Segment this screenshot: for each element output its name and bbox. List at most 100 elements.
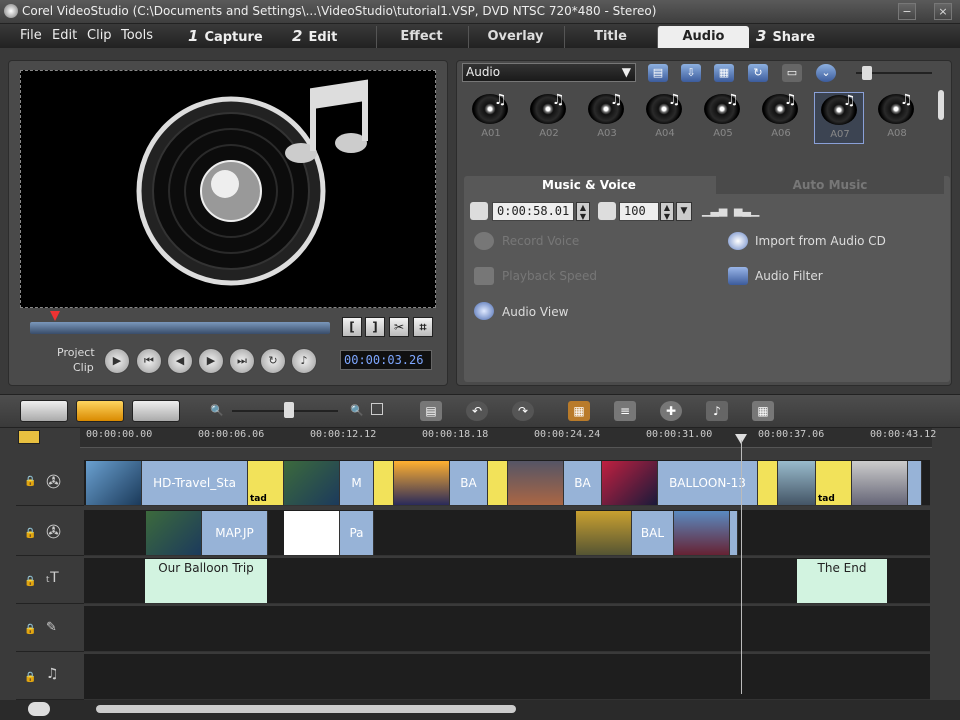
overlay-clip-pa[interactable]: Pa (340, 511, 374, 555)
music-track[interactable] (84, 654, 930, 700)
smart-proxy-icon[interactable]: ▦ (568, 401, 590, 421)
home-icon[interactable]: ⏮ (136, 348, 162, 374)
tab-music-voice[interactable]: Music & Voice (466, 176, 712, 194)
audio-thumb-a07[interactable]: ♫ A07 (814, 92, 864, 144)
enlarge-icon[interactable]: ⌗ (413, 317, 433, 337)
fit-project-icon[interactable] (371, 403, 383, 415)
project-mode-label[interactable]: Project (57, 346, 95, 359)
end-clip-thumb[interactable] (852, 461, 908, 505)
overlay-clip-bal[interactable]: BAL (632, 511, 674, 555)
overlay-clip-map[interactable]: MAP.JP (202, 511, 268, 555)
end-icon[interactable]: ⏭ (229, 348, 255, 374)
volume-icon[interactable]: ♪ (291, 348, 317, 374)
overlay-white-thumb[interactable] (284, 511, 340, 555)
audio-thumb-a06[interactable]: ♫ A06 (756, 92, 806, 144)
menu-file[interactable]: File (20, 28, 42, 43)
sort-icon[interactable]: ↻ (748, 64, 768, 82)
video-clip-balloon[interactable]: BALLOON-13 (658, 461, 758, 505)
duration-field[interactable]: 0:00:58.01 (492, 202, 574, 221)
balloon-red-clip-thumb[interactable] (602, 461, 658, 505)
voice-track[interactable] (84, 606, 930, 652)
thumb-size-handle[interactable] (862, 66, 872, 80)
tab-auto-music[interactable]: Auto Music (716, 176, 944, 194)
overlay-map-thumb[interactable] (146, 511, 202, 555)
redo-icon[interactable]: ↷ (512, 401, 534, 421)
audio-thumb-a08[interactable]: ♫ A08 (872, 92, 922, 144)
play-icon[interactable]: ▶ (104, 348, 130, 374)
volume-dropdown[interactable]: ▼ (676, 202, 692, 221)
fade-out-icon[interactable]: ▅▃▁ (734, 204, 759, 218)
library-category-dropdown[interactable]: Audio ▼ (462, 63, 636, 82)
menu-edit[interactable]: Edit (52, 28, 77, 43)
title-clip-our-balloon-trip[interactable]: Our Balloon Trip (145, 559, 267, 603)
mark-out-button[interactable]: ] (365, 317, 385, 337)
chapter-point-icon[interactable]: ✚ (660, 401, 682, 421)
sunset-clip-thumb[interactable] (394, 461, 450, 505)
audio-thumb-a05[interactable]: ♫ A05 (698, 92, 748, 144)
minimize-button[interactable]: − (898, 3, 916, 20)
zoom-out-icon[interactable]: 🔍 (210, 404, 224, 417)
timeline-ruler[interactable]: 00:00:00.00 00:00:06.06 00:00:12.12 00:00:1… (80, 428, 936, 448)
import-audio-cd-button[interactable]: Import from Audio CD (755, 234, 886, 248)
audio-mixer-icon[interactable]: ♪ (706, 401, 728, 421)
audio-view-button[interactable]: Audio View (502, 305, 568, 319)
step-capture[interactable]: 1 Capture (188, 24, 263, 48)
clip-mode-label[interactable]: Clip (73, 361, 94, 374)
title-clip-the-end[interactable]: The End (797, 559, 887, 603)
repeat-icon[interactable]: ↻ (260, 348, 286, 374)
fade-in-icon[interactable]: ▁▃▅ (702, 204, 727, 218)
audio-thumb-a03[interactable]: ♫ A03 (582, 92, 632, 144)
lock-icon[interactable]: 🔒 (24, 576, 36, 587)
transition-clip[interactable] (488, 461, 508, 505)
audio-thumb-a02[interactable]: ♫ A02 (524, 92, 574, 144)
audio-filter-button[interactable]: Audio Filter (755, 269, 823, 283)
timeline-scrollbar[interactable] (0, 700, 960, 720)
storyboard-view-button[interactable] (20, 400, 68, 422)
volume-field[interactable]: 100 (619, 202, 659, 221)
playback-speed-button[interactable]: Playback Speed (502, 269, 597, 283)
step-edit[interactable]: 2 Edit (292, 24, 337, 48)
insert-media-icon[interactable]: ▤ (420, 401, 442, 421)
scroll-thumb[interactable] (96, 705, 516, 713)
previous-frame-icon[interactable]: ◀ (167, 348, 193, 374)
lock-icon[interactable]: 🔒 (24, 476, 36, 487)
scroll-left-button[interactable] (28, 702, 50, 716)
volume-stepper[interactable]: ▲ ▼ (660, 202, 674, 221)
transition-clip[interactable] (758, 461, 778, 505)
video-clip-ba-2[interactable]: BA (564, 461, 602, 505)
menu-clip[interactable]: Clip (87, 28, 112, 43)
transition-clip[interactable] (374, 461, 394, 505)
overlay-clip-tail[interactable] (730, 511, 738, 555)
video-clip-m[interactable]: M (340, 461, 374, 505)
lock-icon[interactable]: 🔒 (24, 528, 36, 539)
timecode-display[interactable]: 00:00:03.26 (340, 350, 432, 370)
library-scrollbar[interactable] (938, 90, 944, 120)
mark-in-button[interactable]: [ (342, 317, 362, 337)
video-clip-tail[interactable] (908, 461, 922, 505)
zoom-in-icon[interactable]: 🔍 (350, 404, 364, 417)
close-button[interactable]: × (934, 3, 952, 20)
track-manager-small-icon[interactable] (18, 430, 40, 444)
tab-overlay[interactable]: Overlay (468, 26, 562, 48)
duration-stepper[interactable]: ▲ ▼ (576, 202, 590, 221)
lock-icon[interactable]: 🔒 (24, 672, 36, 683)
folder-icon[interactable]: ▤ (648, 64, 668, 82)
tab-title[interactable]: Title (564, 26, 656, 48)
track-manager-icon[interactable]: ≡ (614, 401, 636, 421)
video-clip-ba-1[interactable]: BA (450, 461, 488, 505)
video-clip-thumb[interactable] (86, 461, 142, 505)
batch-convert-icon[interactable]: ▦ (752, 401, 774, 421)
audio-thumb-a01[interactable]: ♫ A01 (466, 92, 516, 144)
library-manager-icon[interactable]: ▦ (714, 64, 734, 82)
next-frame-icon[interactable]: ▶ (198, 348, 224, 374)
import-icon[interactable]: ⇩ (681, 64, 701, 82)
record-voice-button[interactable]: Record Voice (502, 234, 579, 248)
overlay-sky-thumb[interactable] (674, 511, 730, 555)
options-icon[interactable]: ▭ (782, 64, 802, 82)
video-clip-hd-travel[interactable]: HD-Travel_Sta (142, 461, 248, 505)
undo-icon[interactable]: ↶ (466, 401, 488, 421)
menu-tools[interactable]: Tools (121, 28, 153, 43)
balloon-sky-clip-thumb[interactable] (778, 461, 816, 505)
expand-icon[interactable]: ⌄ (816, 64, 836, 82)
preview-scrub-bar[interactable] (30, 322, 330, 334)
